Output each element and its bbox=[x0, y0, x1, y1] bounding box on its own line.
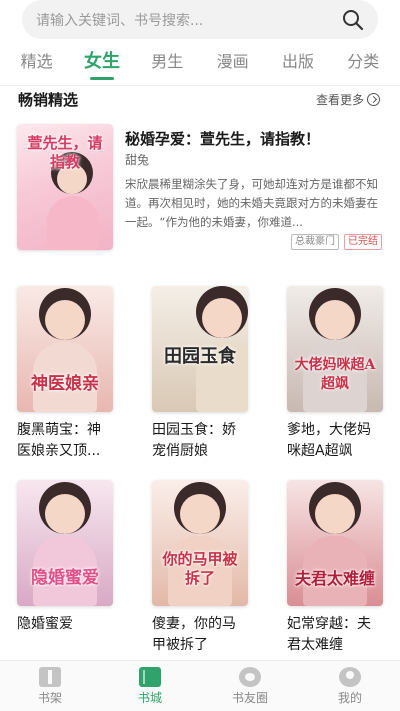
nav-profile[interactable]: 我的 bbox=[315, 666, 385, 706]
book-cover[interactable]: 大佬妈咪超A超飒 bbox=[287, 286, 383, 412]
nav-label: 我的 bbox=[337, 690, 362, 705]
tab-label: 出版 bbox=[281, 52, 314, 71]
active-tab-indicator bbox=[89, 77, 114, 80]
category-tabs: 精选 女生 男生 漫画 出版 分类 bbox=[0, 39, 400, 85]
nav-friends-circle[interactable]: 书友圈 bbox=[215, 666, 285, 706]
book-card[interactable]: 你的马甲被拆了 傻妻，你的马甲被拆了 bbox=[152, 480, 248, 656]
profile-icon bbox=[339, 666, 361, 687]
bottom-nav: 书架 书城 书友圈 我的 bbox=[0, 660, 400, 711]
tab-comics[interactable]: 漫画 bbox=[203, 42, 263, 82]
bookshelf-icon bbox=[39, 666, 61, 687]
tab-label: 漫画 bbox=[216, 52, 249, 71]
cover-title: 萱先生，请指教 bbox=[27, 134, 103, 171]
tab-label: 男生 bbox=[151, 52, 184, 71]
book-description: 宋欣晨稀里糊涂失了身，可她却连对方是谁都不知道。再次相见时，她的未婚夫竟跟对方的… bbox=[125, 177, 378, 229]
book-title[interactable]: 秘婚孕爱：萱先生，请指教！ bbox=[125, 128, 383, 149]
book-cover[interactable]: 萱先生，请指教 bbox=[17, 124, 113, 250]
book-card[interactable]: 大佬妈咪超A超飒 爹地，大佬妈咪超A超飒 bbox=[287, 286, 383, 462]
see-more-link[interactable]: 查看更多 bbox=[316, 91, 380, 108]
cover-figure bbox=[315, 300, 355, 340]
nav-label: 书友圈 bbox=[231, 690, 268, 705]
book-cover[interactable]: 神医娘亲 bbox=[17, 286, 113, 412]
search-input[interactable]: 请输入关键词、书号搜索... bbox=[36, 10, 342, 30]
book-title: 妃常穿越：夫君太难缠 bbox=[287, 616, 371, 653]
cover-title: 神医娘亲 bbox=[31, 374, 99, 394]
genre-tag: 总裁豪门 bbox=[291, 234, 339, 250]
friends-circle-icon bbox=[239, 666, 261, 687]
tab-label: 女生 bbox=[83, 51, 120, 72]
book-title: 爹地，大佬妈咪超A超飒 bbox=[287, 422, 371, 459]
tab-featured[interactable]: 精选 bbox=[7, 42, 67, 82]
book-title: 腹黑萌宝：神医娘亲又顶... bbox=[17, 422, 101, 459]
chevron-right-icon bbox=[367, 92, 380, 106]
status-badge: 已完结 bbox=[344, 234, 382, 250]
book-title: 田园玉食：娇宠俏厨娘 bbox=[152, 422, 236, 459]
book-card[interactable]: 田园玉食 田园玉食：娇宠俏厨娘 bbox=[152, 286, 248, 462]
cover-title: 隐婚蜜爱 bbox=[31, 568, 99, 588]
section-title: 畅销精选 bbox=[18, 90, 79, 109]
book-cover[interactable]: 夫君太难缠 bbox=[287, 480, 383, 606]
nav-bookstore[interactable]: 书城 bbox=[115, 666, 185, 706]
book-author: 甜兔 bbox=[125, 153, 150, 167]
tab-male[interactable]: 男生 bbox=[137, 42, 197, 82]
book-card[interactable]: 夫君太难缠 妃常穿越：夫君太难缠 bbox=[287, 480, 383, 656]
cover-figure bbox=[180, 494, 220, 534]
tab-categories[interactable]: 分类 bbox=[333, 42, 393, 82]
featured-book[interactable]: 萱先生，请指教 秘婚孕爱：萱先生，请指教！ 甜兔 宋欣晨稀里糊涂失了身，可她却连… bbox=[17, 124, 383, 252]
cover-title: 大佬妈咪超A超飒 bbox=[294, 357, 376, 392]
tab-publishing[interactable]: 出版 bbox=[268, 42, 328, 82]
cover-figure bbox=[315, 494, 355, 534]
cover-title: 你的马甲被拆了 bbox=[162, 550, 238, 587]
divider bbox=[0, 85, 400, 86]
cover-figure bbox=[45, 300, 85, 340]
nav-bookshelf[interactable]: 书架 bbox=[15, 666, 85, 706]
book-card[interactable]: 隐婚蜜爱 隐婚蜜爱 bbox=[17, 480, 113, 656]
nav-label: 书架 bbox=[37, 690, 62, 705]
search-icon[interactable] bbox=[342, 9, 364, 31]
cover-title: 夫君太难缠 bbox=[294, 569, 375, 588]
cover-dress bbox=[47, 196, 99, 250]
tab-label: 分类 bbox=[347, 52, 380, 71]
section-header: 畅销精选 查看更多 bbox=[18, 88, 380, 110]
book-title: 隐婚蜜爱 bbox=[17, 616, 73, 632]
cover-illustration: 萱先生，请指教 bbox=[17, 124, 113, 250]
book-cover[interactable]: 田园玉食 bbox=[152, 286, 248, 412]
cover-title: 田园玉食 bbox=[164, 346, 236, 367]
book-cover[interactable]: 隐婚蜜爱 bbox=[17, 480, 113, 606]
cover-figure bbox=[45, 494, 85, 534]
bookstore-icon bbox=[139, 666, 161, 687]
book-tags: 总裁豪门 已完结 bbox=[291, 234, 382, 250]
nav-label: 书城 bbox=[137, 690, 162, 705]
book-title: 傻妻，你的马甲被拆了 bbox=[152, 616, 236, 653]
cover-figure bbox=[202, 298, 242, 338]
tab-label: 精选 bbox=[20, 52, 53, 71]
book-card[interactable]: 神医娘亲 腹黑萌宝：神医娘亲又顶... bbox=[17, 286, 113, 462]
book-cover[interactable]: 你的马甲被拆了 bbox=[152, 480, 248, 606]
tab-female[interactable]: 女生 bbox=[72, 42, 132, 82]
see-more-label: 查看更多 bbox=[315, 92, 364, 107]
search-bar[interactable]: 请输入关键词、书号搜索... bbox=[22, 0, 378, 39]
